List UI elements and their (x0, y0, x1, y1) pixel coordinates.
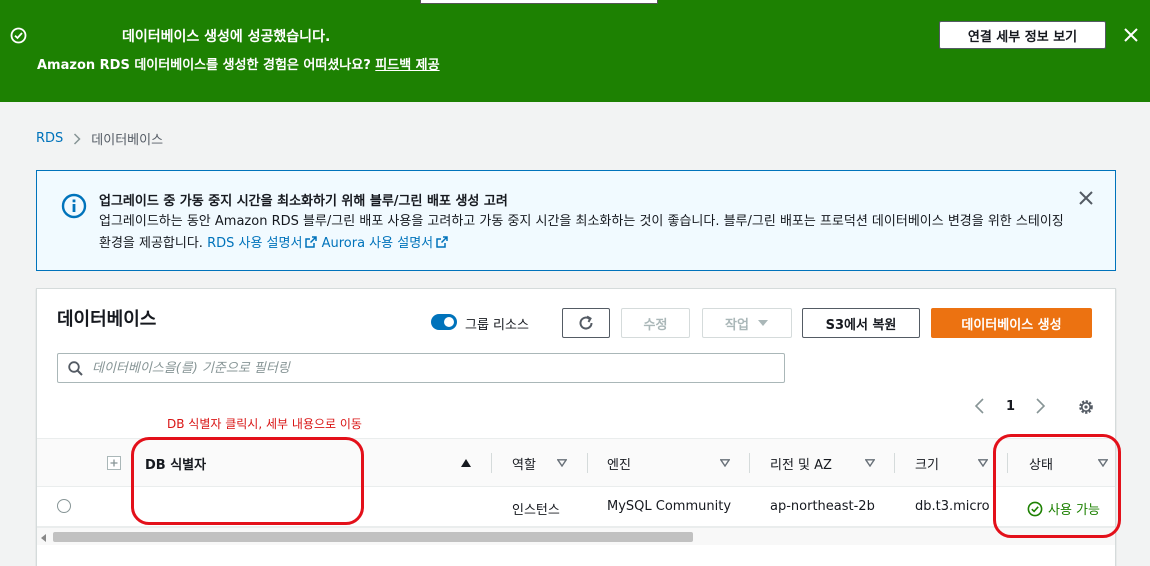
rds-user-guide-link[interactable]: RDS 사용 설명서 (207, 236, 318, 251)
search-icon (68, 361, 83, 376)
top-input-edge (420, 0, 658, 4)
column-region-az[interactable]: 리전 및 AZ (770, 439, 832, 487)
cell-engine: MySQL Community (607, 499, 732, 514)
status-text: 사용 가능 (1048, 503, 1100, 518)
horizontal-scrollbar[interactable] (37, 527, 1115, 545)
annotation-note: DB 식별자 클릭시, 세부 내용으로 이동 (167, 417, 362, 431)
panel-title: 데이터베이스 (57, 309, 157, 330)
column-role[interactable]: 역할 (512, 439, 536, 487)
column-divider (491, 453, 492, 473)
databases-panel: 데이터베이스 그룹 리소스 수정 작업 S3에서 복원 데이터베이스 생성 1 … (36, 288, 1116, 566)
external-link-icon (436, 236, 448, 248)
actions-button[interactable]: 작업 (702, 308, 792, 338)
column-divider (749, 453, 750, 473)
success-flash-banner: 데이터베이스 생성에 성공했습니다. Amazon RDS 데이터베이스를 생성… (0, 0, 1150, 102)
group-resources-toggle[interactable] (431, 314, 457, 330)
sort-icon[interactable] (720, 459, 730, 467)
chevron-right-icon[interactable] (1033, 397, 1047, 415)
refresh-icon (579, 315, 593, 330)
aurora-user-guide-label: Aurora 사용 설명서 (321, 236, 434, 251)
sort-icon[interactable] (865, 459, 875, 467)
info-icon (61, 193, 87, 219)
filter-search-box (57, 353, 785, 383)
caret-down-icon (757, 320, 768, 326)
external-link-icon (305, 236, 318, 248)
row-select-radio[interactable] (57, 499, 71, 513)
column-db-identifier[interactable]: DB 식별자 (145, 439, 206, 487)
sort-icon[interactable] (978, 459, 988, 467)
breadcrumb-rds-link[interactable]: RDS (36, 131, 63, 146)
modify-button[interactable]: 수정 (621, 308, 690, 338)
blue-green-info-alert: 업그레이드 중 가동 중지 시간을 최소화하기 위해 블루/그린 배포 생성 고… (36, 170, 1116, 271)
refresh-button[interactable] (562, 308, 610, 338)
breadcrumb-current: 데이터베이스 (91, 133, 164, 148)
flash-title: 데이터베이스 생성에 성공했습니다. (122, 29, 331, 45)
cell-status: 사용 가능 (1027, 499, 1100, 518)
success-check-icon (10, 27, 27, 44)
group-resources-label: 그룹 리소스 (465, 318, 529, 333)
flash-message: Amazon RDS 데이터베이스를 생성한 경험은 어떠셨나요? 피드백 제공 (37, 54, 440, 73)
scrollbar-thumb[interactable] (53, 532, 693, 542)
view-connection-details-button[interactable]: 연결 세부 정보 보기 (939, 21, 1106, 49)
breadcrumb: RDS 데이터베이스 (36, 129, 163, 148)
filter-input[interactable] (92, 358, 772, 378)
column-engine[interactable]: 엔진 (607, 439, 631, 487)
expand-all-icon[interactable] (107, 456, 121, 470)
chevron-left-icon[interactable] (973, 397, 987, 415)
column-status[interactable]: 상태 (1029, 439, 1053, 487)
table-row[interactable]: 인스턴스 MySQL Community ap-northeast-2b db.… (37, 487, 1115, 527)
table-header: DB 식별자 역할 엔진 리전 및 AZ 크기 상태 (37, 438, 1115, 487)
toggle-knob (444, 317, 454, 327)
column-divider (587, 453, 588, 473)
restore-from-s3-button[interactable]: S3에서 복원 (802, 308, 920, 338)
scroll-left-arrow-icon[interactable] (41, 534, 46, 542)
column-divider (1007, 453, 1008, 473)
info-alert-title: 업그레이드 중 가동 중지 시간을 최소화하기 위해 블루/그린 배포 생성 고… (99, 194, 508, 209)
flash-message-text: Amazon RDS 데이터베이스를 생성한 경험은 어떠셨나요? (37, 58, 376, 73)
column-size[interactable]: 크기 (915, 439, 939, 487)
sort-ascending-icon[interactable] (461, 459, 471, 467)
column-divider (894, 453, 895, 473)
cell-role: 인스턴스 (512, 503, 560, 518)
close-icon[interactable] (1077, 189, 1095, 207)
aurora-user-guide-link[interactable]: Aurora 사용 설명서 (322, 236, 449, 251)
cell-size: db.t3.micro (915, 499, 990, 514)
sort-icon[interactable] (557, 459, 567, 467)
page-number[interactable]: 1 (1006, 399, 1015, 414)
close-icon[interactable] (1121, 25, 1141, 45)
status-available-icon (1027, 501, 1043, 516)
gear-icon[interactable] (1077, 398, 1095, 416)
chevron-right-icon (74, 132, 81, 145)
cell-region-az: ap-northeast-2b (770, 499, 875, 514)
feedback-link[interactable]: 피드백 제공 (375, 58, 439, 73)
info-alert-body: 업그레이드하는 동안 Amazon RDS 블루/그린 배포 사용을 고려하고 … (99, 211, 1079, 255)
rds-user-guide-label: RDS 사용 설명서 (207, 236, 303, 251)
actions-label: 작업 (725, 317, 749, 333)
create-database-button[interactable]: 데이터베이스 생성 (931, 308, 1092, 338)
sort-icon[interactable] (1098, 459, 1108, 467)
